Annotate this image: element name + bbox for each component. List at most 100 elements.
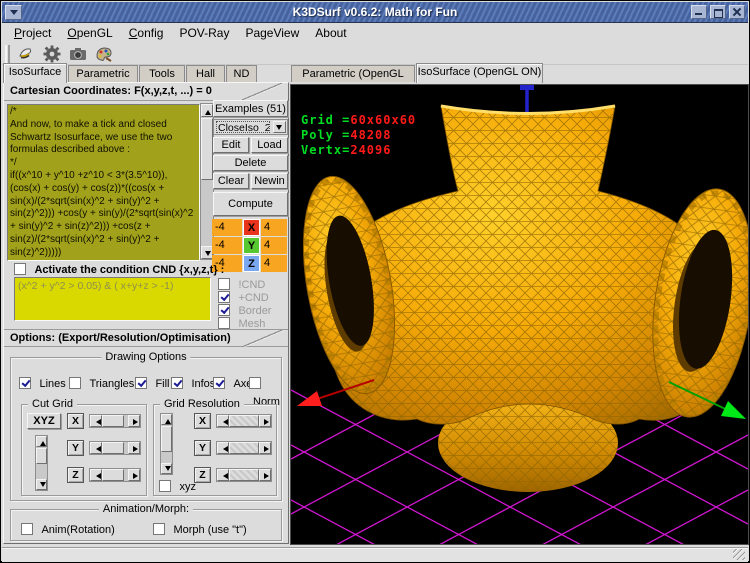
fill-checkbox[interactable] [135,377,147,389]
newin-button[interactable]: Newin [251,173,288,189]
condition-editor[interactable]: (x^2 + y^2 > 0.05) & ( x+y+z > -1) [14,277,211,321]
menu-povray[interactable]: POV-Ray [171,24,237,42]
cutgrid-vscrollbar[interactable] [35,435,48,491]
cutgrid-x-slider[interactable] [89,414,141,428]
cutgrid-z-slider[interactable] [89,468,141,482]
options-header[interactable]: Options: (Export/Resolution/Optimisation… [4,329,288,347]
toolbar-handle[interactable] [5,45,10,63]
axe-checkbox[interactable] [213,377,225,389]
cutgrid-x-button[interactable]: X [67,413,84,429]
triangles-option[interactable]: Triangles [69,374,134,392]
cutgrid-y-slider[interactable] [89,441,141,455]
mesh-checkbox[interactable] [218,317,230,329]
tab-parametric-view[interactable]: Parametric (OpenGL ON) [291,65,415,82]
maximize-button[interactable] [710,5,726,19]
condition-checkbox[interactable] [14,263,26,275]
menu-config[interactable]: Config [121,24,172,42]
palette-icon[interactable] [94,44,114,64]
tab-parametric[interactable]: Parametric [68,65,138,82]
window-title: K3DSurf v0.6.2: Math for Fun [2,5,748,19]
x-axis-label: X [243,219,260,236]
minimize-button[interactable] [691,5,707,19]
camera-icon[interactable] [68,44,88,64]
morph-checkbox[interactable] [153,523,165,535]
poly-info: Poly =48208 [301,128,416,143]
close-button[interactable] [729,5,745,19]
preset-combobox[interactable]: CloseIso_2 [213,119,288,135]
cutgrid-y-button[interactable]: Y [67,440,84,456]
menu-pageview[interactable]: PageView [237,24,307,42]
status-bar [2,547,748,562]
drawing-options-group: Drawing Options Lines Triangles Fill Inf… [10,357,282,501]
render-info: Grid =60x60x60 Poly =48208 Vertx=24096 [301,113,416,158]
preset-value: CloseIso_2 [216,121,270,133]
fill-option[interactable]: Fill [135,374,170,392]
gridres-xyz-option[interactable]: xyz [159,477,196,495]
grid-resolution-group: Grid Resolution xyz X Y [153,404,277,496]
infos-option[interactable]: Infos [171,374,215,392]
cutgrid-xyz-button[interactable]: XYZ [27,413,61,429]
norm-checkbox[interactable] [249,377,261,389]
gridres-x-slider[interactable] [216,414,272,428]
tab-isosurface-view[interactable]: IsoSurface (OpenGL ON) [416,63,543,83]
x-max-field[interactable]: 4 [261,219,287,236]
isosurface-panel: Cartesian Coordinates: F(x,y,z,t, ...) =… [3,82,289,544]
surface-icon[interactable] [16,44,36,64]
anim-rotation-checkbox[interactable] [21,523,33,535]
gridres-y-button[interactable]: Y [194,440,211,456]
resize-grip[interactable] [733,549,745,560]
examples-button[interactable]: Examples (51) [213,100,288,117]
condition-label: Activate the condition CND {x,y,z,t} : [34,264,224,276]
anim-rotation-option[interactable]: Anim(Rotation) [21,520,115,538]
morph-option[interactable]: Morph (use "t") [153,520,247,538]
y-axis-label: Y [243,237,260,254]
lines-option[interactable]: Lines [19,374,66,392]
menu-project[interactable]: Project [6,24,59,42]
x-min-field[interactable]: -4 [212,219,242,236]
z-max-field[interactable]: 4 [261,255,287,272]
gridres-xyz-checkbox[interactable] [159,480,171,492]
range-row-x: -4 X 4 [212,219,289,236]
cut-grid-group: Cut Grid XYZ X Y [21,404,147,496]
y-min-field[interactable]: -4 [212,237,242,254]
condition-toggle[interactable]: Activate the condition CND {x,y,z,t} : [14,260,224,274]
edit-button[interactable]: Edit [213,137,249,153]
app-window: K3DSurf v0.6.2: Math for Fun Project Ope… [0,0,750,563]
cartesian-header: Cartesian Coordinates: F(x,y,z,t, ...) =… [4,83,288,101]
tab-isosurface[interactable]: IsoSurface [3,63,67,83]
gridres-vscrollbar[interactable] [160,413,173,475]
triangles-checkbox[interactable] [69,377,81,389]
grid-info: Grid =60x60x60 [301,113,416,128]
cutgrid-z-button[interactable]: Z [67,467,84,483]
tab-tools[interactable]: Tools [139,65,185,82]
delete-button[interactable]: Delete [213,155,288,171]
scroll-up-icon[interactable] [201,104,213,117]
gridres-y-slider[interactable] [216,441,272,455]
compute-button[interactable]: Compute [213,192,288,216]
tab-nd[interactable]: ND [226,65,257,82]
chevron-down-icon[interactable] [273,121,286,133]
load-button[interactable]: Load [251,137,288,153]
z-axis-label: Z [243,255,260,272]
viewport-3d[interactable]: Grid =60x60x60 Poly =48208 Vertx=24096 [290,84,749,545]
menu-opengl[interactable]: OpenGL [59,24,120,42]
title-bar[interactable]: K3DSurf v0.6.2: Math for Fun [2,2,748,23]
lines-checkbox[interactable] [19,377,31,389]
range-row-y: -4 Y 4 [212,237,289,254]
gridres-x-button[interactable]: X [194,413,211,429]
vertex-info: Vertx=24096 [301,143,416,158]
scroll-thumb[interactable] [201,118,213,180]
gridres-z-button[interactable]: Z [194,467,211,483]
toolbar [2,43,748,65]
axe-option[interactable]: Axe [213,374,252,392]
gear-icon[interactable] [42,44,62,64]
menu-about[interactable]: About [307,24,354,42]
menu-bar: Project OpenGL Config POV-Ray PageView A… [2,23,748,43]
infos-checkbox[interactable] [171,377,183,389]
gridres-z-slider[interactable] [216,468,272,482]
formula-editor[interactable]: /* And now, to make a tick and closed Sc… [7,104,200,261]
tab-hall[interactable]: Hall [186,65,225,82]
y-max-field[interactable]: 4 [261,237,287,254]
animation-group: Animation/Morph: Anim(Rotation) Morph (u… [10,509,282,541]
clear-button[interactable]: Clear [213,173,249,189]
